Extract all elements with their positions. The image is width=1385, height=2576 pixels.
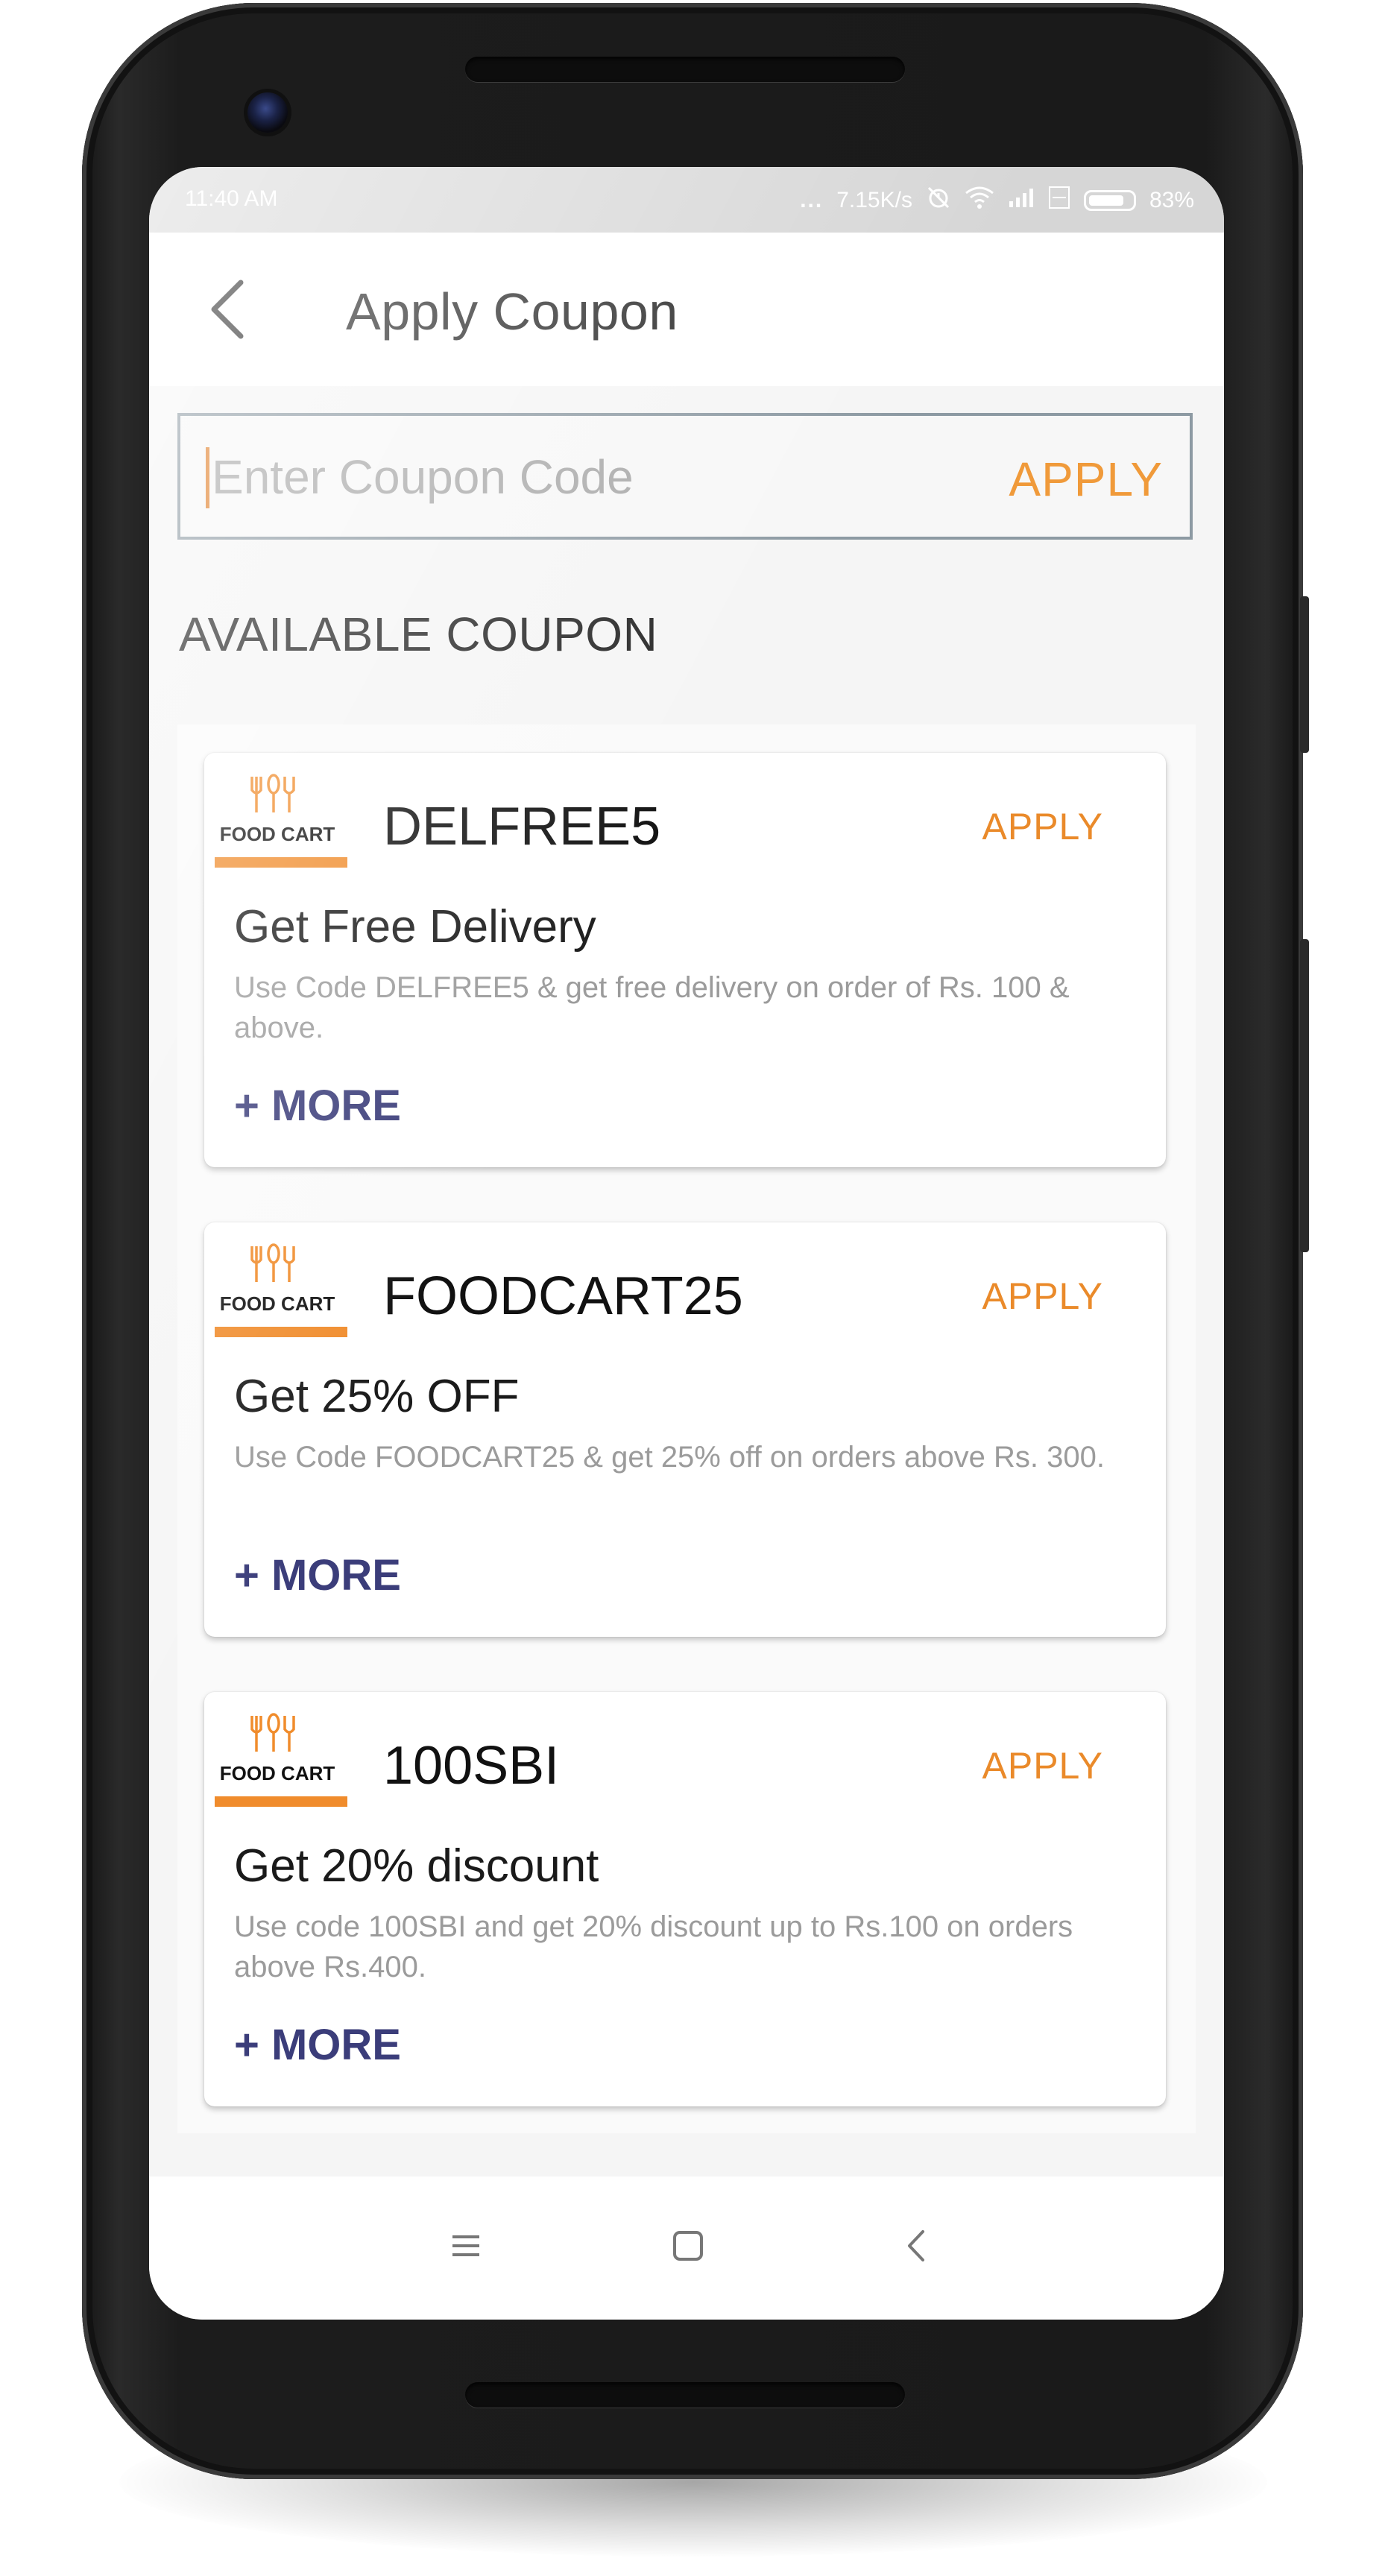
toolbar: Apply Coupon (149, 233, 1224, 386)
volte-icon (1048, 186, 1070, 215)
page-title: Apply Coupon (346, 282, 678, 341)
stage: 11:40 AM ... 7.15K/s 83% Apply Coupon En… (0, 0, 1385, 2576)
network-speed: 7.15K/s (836, 188, 912, 212)
status-time: 11:40 AM (185, 186, 278, 211)
signal-icon (1008, 186, 1035, 215)
status-indicators: ... 7.15K/s 83% (800, 185, 1194, 216)
volume-button (1300, 596, 1309, 753)
wifi-icon (965, 186, 994, 215)
back-button[interactable] (194, 277, 261, 344)
square-home-icon (671, 2229, 705, 2267)
earpiece-speaker (465, 57, 905, 82)
coupon-apply-button[interactable]: APPLY (982, 1275, 1104, 1318)
back-triangle-icon (905, 2229, 927, 2267)
apply-coupon-button[interactable]: APPLY (1009, 452, 1163, 507)
system-nav-bar (149, 2176, 1224, 2320)
back-arrow-icon (205, 278, 250, 344)
app-screen: 11:40 AM ... 7.15K/s 83% Apply Coupon En… (149, 167, 1224, 2320)
coupon-title: Get 25% OFF (234, 1371, 520, 1422)
coupon-apply-button[interactable]: APPLY (982, 1744, 1104, 1787)
coupon-code-input[interactable] (210, 435, 996, 519)
battery-percent: 83% (1149, 188, 1194, 212)
front-camera (247, 92, 288, 133)
logo-text: FOOD CART (220, 1292, 335, 1315)
coupon-card: FOOD CART FOODCART25 APPLY Get 25% OFF U… (204, 1222, 1166, 1637)
logo-text: FOOD CART (220, 823, 335, 845)
battery-icon (1083, 190, 1136, 211)
menu-button[interactable] (432, 2214, 499, 2281)
coupon-apply-button[interactable]: APPLY (982, 805, 1104, 848)
coupon-code: DELFREE5 (383, 797, 661, 856)
home-button[interactable] (654, 2214, 722, 2281)
coupon-card: FOOD CART 100SBI APPLY Get 20% discount … (204, 1692, 1166, 2106)
coupon-description: Use Code DELFREE5 & get free delivery on… (234, 971, 1070, 1044)
coupon-description: Use code 100SBI and get 20% discount up … (234, 1910, 1073, 1983)
power-button (1300, 939, 1309, 1252)
bottom-speaker (465, 2382, 905, 2408)
alarm-off-icon (926, 185, 951, 216)
coupon-code: FOODCART25 (383, 1266, 743, 1326)
coupon-more-link[interactable]: + MORE (234, 2020, 401, 2070)
notification-dots: ... (800, 188, 824, 212)
section-heading: AVAILABLE COUPON (179, 607, 658, 661)
food-cart-logo: FOOD CART (204, 766, 350, 883)
status-bar: 11:40 AM ... 7.15K/s 83% (149, 167, 1224, 233)
text-cursor (206, 447, 209, 508)
food-cart-logo: FOOD CART (204, 1705, 350, 1822)
coupon-list: FOOD CART DELFREE5 APPLY Get Free Delive… (177, 724, 1196, 2133)
coupon-title: Get Free Delivery (234, 901, 596, 953)
coupon-more-link[interactable]: + MORE (234, 1550, 401, 1600)
coupon-title: Get 20% discount (234, 1840, 599, 1892)
coupon-card: FOOD CART DELFREE5 APPLY Get Free Delive… (204, 753, 1166, 1167)
menu-icon (449, 2232, 482, 2263)
coupon-input-box: APPLY (177, 413, 1193, 540)
system-back-button[interactable] (883, 2214, 950, 2281)
coupon-description: Use Code FOODCART25 & get 25% off on ord… (234, 1441, 1105, 1474)
coupon-more-link[interactable]: + MORE (234, 1081, 401, 1131)
food-cart-logo: FOOD CART (204, 1236, 350, 1352)
logo-text: FOOD CART (220, 1762, 335, 1784)
coupon-code: 100SBI (383, 1736, 560, 1796)
